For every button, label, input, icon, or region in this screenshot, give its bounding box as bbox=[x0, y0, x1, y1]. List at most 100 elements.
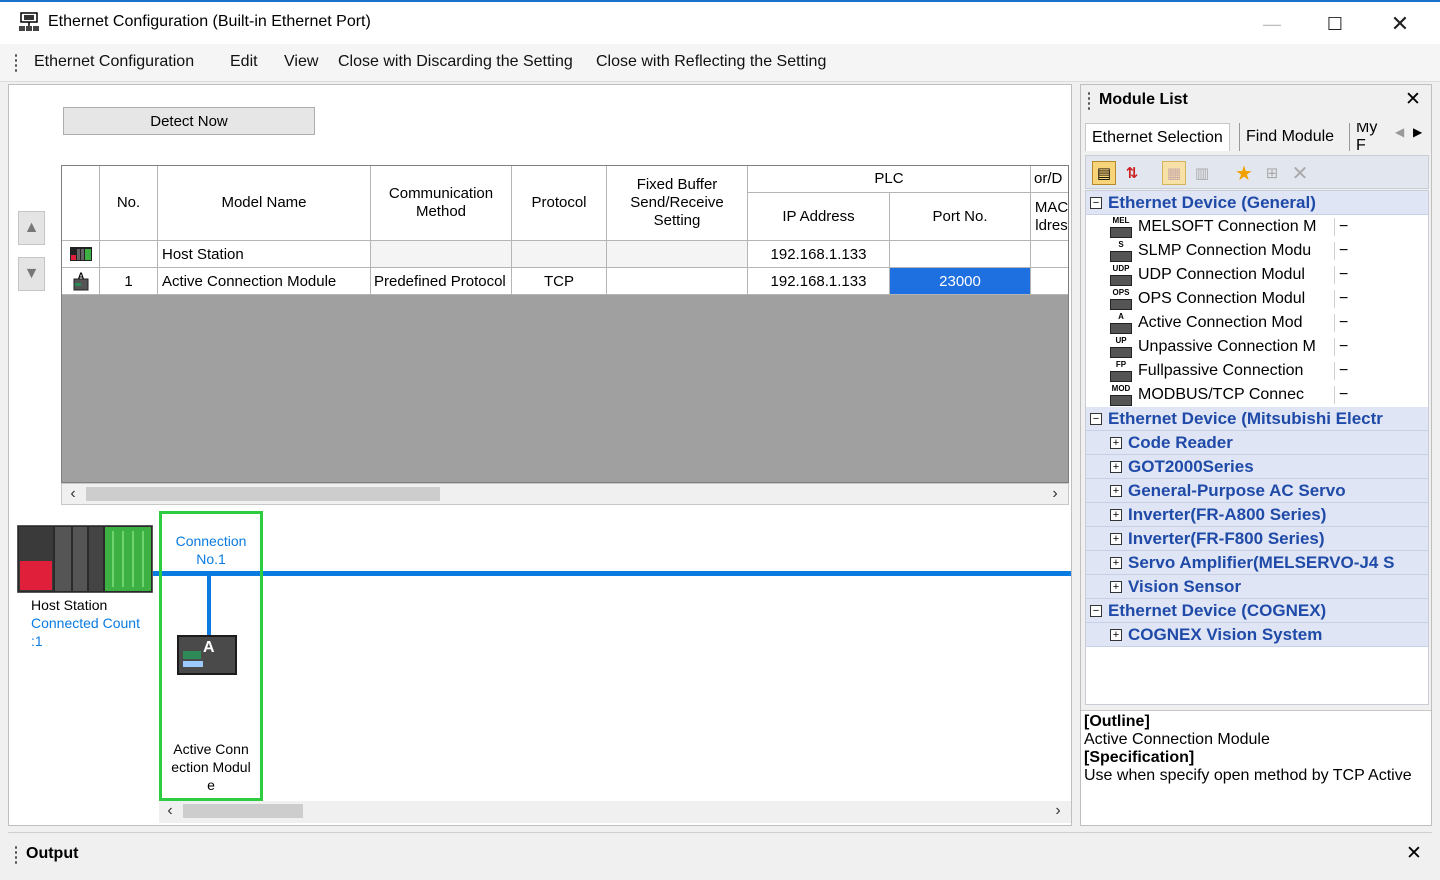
menu-close-reflecting[interactable]: Close with Reflecting the Setting bbox=[596, 53, 826, 71]
row-1-model-name[interactable]: Active Connection Module bbox=[158, 268, 371, 295]
tab-my-favorites[interactable]: My F bbox=[1349, 123, 1391, 151]
expand-icon[interactable]: + bbox=[1110, 580, 1122, 593]
menu-view[interactable]: View bbox=[284, 53, 318, 71]
header-plc: PLC bbox=[748, 166, 1031, 193]
sort-az-icon[interactable]: ⇅ bbox=[1120, 161, 1144, 185]
category-view-icon[interactable]: ▤ bbox=[1092, 161, 1116, 185]
tree-subcategory[interactable]: + General-Purpose AC Servo bbox=[1086, 479, 1428, 503]
diagram-scroll-left-icon[interactable]: ‹ bbox=[161, 802, 179, 820]
tree-subcategory[interactable]: + Code Reader bbox=[1086, 431, 1428, 455]
connection-module-icon: MOD bbox=[1110, 384, 1132, 406]
row-1-fixed-buffer[interactable] bbox=[607, 268, 748, 295]
row-1-ip-address[interactable]: 192.168.1.133 bbox=[748, 268, 890, 295]
module-list-close-icon[interactable]: ✕ bbox=[1405, 88, 1421, 111]
close-window-button[interactable]: ✕ bbox=[1370, 6, 1430, 42]
module-item[interactable]: S SLMP Connection Modu − bbox=[1086, 239, 1428, 263]
module-icon-label: OPS bbox=[1112, 288, 1130, 297]
module-item[interactable]: A Active Connection Mod − bbox=[1086, 311, 1428, 335]
expand-icon[interactable]: + bbox=[1110, 484, 1122, 497]
expand-icon[interactable]: + bbox=[1110, 628, 1122, 641]
module-item[interactable]: UP Unpassive Connection M − bbox=[1086, 335, 1428, 359]
expand-icon[interactable]: + bbox=[1110, 556, 1122, 569]
diagram-scroll-thumb[interactable] bbox=[183, 804, 303, 818]
host-station-icon bbox=[69, 247, 92, 261]
panel-grip-icon[interactable] bbox=[1087, 91, 1091, 111]
tab-scroll-right-icon[interactable]: ▶ bbox=[1413, 125, 1422, 139]
minimize-button[interactable]: — bbox=[1242, 6, 1302, 42]
row-0-comm-method bbox=[371, 241, 512, 268]
row-1-mac bbox=[1031, 268, 1068, 295]
module-item[interactable]: MEL MELSOFT Connection M − bbox=[1086, 215, 1428, 239]
tree-node-label: Vision Sensor bbox=[1128, 576, 1242, 596]
tab-ethernet-selection[interactable]: Ethernet Selection bbox=[1085, 123, 1230, 151]
output-close-icon[interactable]: ✕ bbox=[1406, 842, 1422, 865]
diagram-scroll-right-icon[interactable]: › bbox=[1049, 802, 1067, 820]
menu-grip-icon[interactable] bbox=[14, 53, 18, 73]
module-item-label: MELSOFT Connection M bbox=[1138, 218, 1317, 235]
expand-icon[interactable]: + bbox=[1110, 436, 1122, 449]
row-0-ip-address[interactable]: 192.168.1.133 bbox=[748, 241, 890, 268]
module-item[interactable]: UDP UDP Connection Modul − bbox=[1086, 263, 1428, 287]
collapse-icon[interactable]: − bbox=[1090, 604, 1102, 617]
expand-icon[interactable]: + bbox=[1110, 460, 1122, 473]
ethernet-line bbox=[153, 571, 1071, 576]
module-item[interactable]: MOD MODBUS/TCP Connec − bbox=[1086, 383, 1428, 407]
detect-now-button[interactable]: Detect Now bbox=[63, 107, 315, 135]
row-1-port-no[interactable]: 23000 bbox=[890, 268, 1031, 295]
table-horizontal-scrollbar[interactable]: ‹ › bbox=[61, 483, 1069, 505]
output-title: Output bbox=[26, 845, 79, 862]
tree-subcategory[interactable]: + Vision Sensor bbox=[1086, 575, 1428, 599]
host-station-diagram-icon[interactable] bbox=[17, 525, 153, 593]
module-item[interactable]: FP Fullpassive Connection − bbox=[1086, 359, 1428, 383]
title-bar: Ethernet Configuration (Built-in Etherne… bbox=[0, 0, 1440, 44]
host-station-row-icon bbox=[62, 241, 100, 268]
maximize-button[interactable]: ☐ bbox=[1305, 6, 1365, 42]
collapse-icon[interactable]: − bbox=[1090, 196, 1102, 209]
tree-subcategory[interactable]: + COGNEX Vision System bbox=[1086, 623, 1428, 647]
tree-category[interactable]: − Ethernet Device (Mitsubishi Electr bbox=[1086, 407, 1428, 431]
header-port-no: Port No. bbox=[890, 193, 1031, 241]
tree-subcategory[interactable]: + Inverter(FR-F800 Series) bbox=[1086, 527, 1428, 551]
row-1-comm-method[interactable]: Predefined Protocol bbox=[371, 268, 512, 295]
row-0-port-no[interactable] bbox=[890, 241, 1031, 268]
connection-module-icon: FP bbox=[1110, 360, 1132, 382]
row-0-fixed-buffer bbox=[607, 241, 748, 268]
collapse-all-icon[interactable]: ▥ bbox=[1190, 161, 1214, 185]
module-port-icon bbox=[183, 661, 203, 667]
menu-ethernet-configuration[interactable]: Ethernet Configuration bbox=[34, 53, 194, 71]
header-fixed-buffer: Fixed Buffer Send/Receive Setting bbox=[607, 166, 748, 241]
expand-icon[interactable]: + bbox=[1110, 508, 1122, 521]
output-grip-icon[interactable] bbox=[14, 845, 18, 865]
tree-subcategory[interactable]: + GOT2000Series bbox=[1086, 455, 1428, 479]
delete-favorite-icon[interactable]: ✕ bbox=[1288, 161, 1312, 185]
tab-scroll-left-icon[interactable]: ◀ bbox=[1395, 125, 1404, 139]
row-0-model-name[interactable]: Host Station bbox=[158, 241, 371, 268]
favorite-star-icon[interactable]: ★ bbox=[1232, 161, 1256, 185]
tree-category[interactable]: − Ethernet Device (COGNEX) bbox=[1086, 599, 1428, 623]
scroll-left-icon[interactable]: ‹ bbox=[64, 485, 82, 503]
tab-find-module[interactable]: Find Module bbox=[1239, 123, 1340, 151]
specification-text: Use when specify open method by TCP Acti… bbox=[1084, 767, 1412, 784]
module-item-label: SLMP Connection Modu bbox=[1138, 242, 1312, 259]
module-icon-label: FP bbox=[1115, 360, 1127, 369]
expand-icon[interactable]: + bbox=[1110, 532, 1122, 545]
collapse-icon[interactable]: − bbox=[1090, 412, 1102, 425]
module-tree: − Ethernet Device (General) MEL MELSOFT Con… bbox=[1085, 190, 1429, 705]
diagram-horizontal-scrollbar[interactable]: ‹ › bbox=[159, 801, 1071, 823]
add-favorite-icon[interactable]: ⊞ bbox=[1260, 161, 1284, 185]
module-item[interactable]: OPS OPS Connection Modul − bbox=[1086, 287, 1428, 311]
menu-close-discarding[interactable]: Close with Discarding the Setting bbox=[338, 53, 573, 71]
module-item-value: − bbox=[1334, 314, 1348, 332]
tree-subcategory[interactable]: + Servo Amplifier(MELSERVO-J4 S bbox=[1086, 551, 1428, 575]
module-block-icon[interactable]: A bbox=[177, 635, 237, 675]
move-up-button[interactable]: ▲ bbox=[18, 211, 45, 245]
tree-category[interactable]: − Ethernet Device (General) bbox=[1086, 191, 1428, 215]
menu-edit[interactable]: Edit bbox=[230, 53, 258, 71]
expand-all-icon[interactable]: ▦ bbox=[1162, 161, 1186, 185]
scroll-right-icon[interactable]: › bbox=[1046, 485, 1064, 503]
module-item-label: UDP Connection Modul bbox=[1138, 266, 1305, 283]
table-scroll-thumb[interactable] bbox=[86, 487, 440, 501]
tree-subcategory[interactable]: + Inverter(FR-A800 Series) bbox=[1086, 503, 1428, 527]
row-1-protocol[interactable]: TCP bbox=[512, 268, 607, 295]
move-down-button[interactable]: ▼ bbox=[18, 257, 45, 291]
